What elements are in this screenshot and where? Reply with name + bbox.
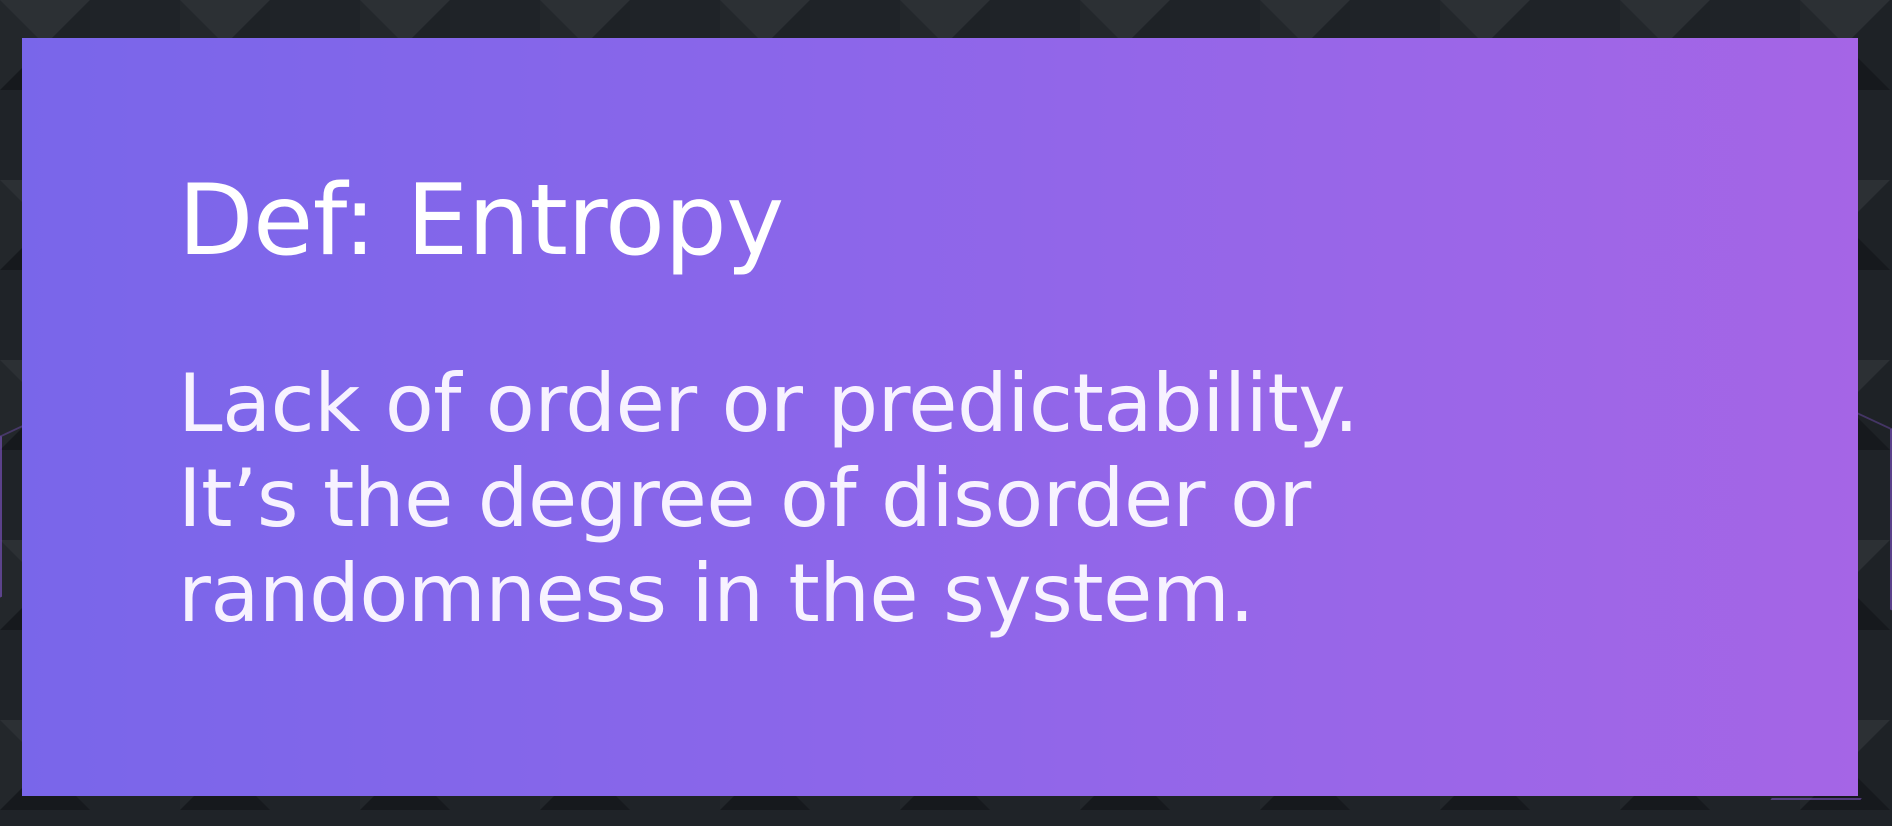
definition-line: randomness in the system. <box>178 547 1255 641</box>
slide-canvas: { "slide": { "title": "Def: Entropy", "d… <box>0 0 1892 826</box>
definition-line: It’s the degree of disorder or <box>178 452 1311 546</box>
background-accent-line <box>0 424 24 598</box>
definition-line: Lack of order or predictability. <box>178 357 1359 450</box>
definition-card: Def: Entropy Lack of order or predictabi… <box>22 38 1858 796</box>
slide-title: Def: Entropy <box>178 164 784 278</box>
background-accent-line <box>1752 798 1862 826</box>
background-accent-line <box>1856 411 1892 611</box>
definition-text: Lack of order or predictability. It’s th… <box>178 356 1359 642</box>
